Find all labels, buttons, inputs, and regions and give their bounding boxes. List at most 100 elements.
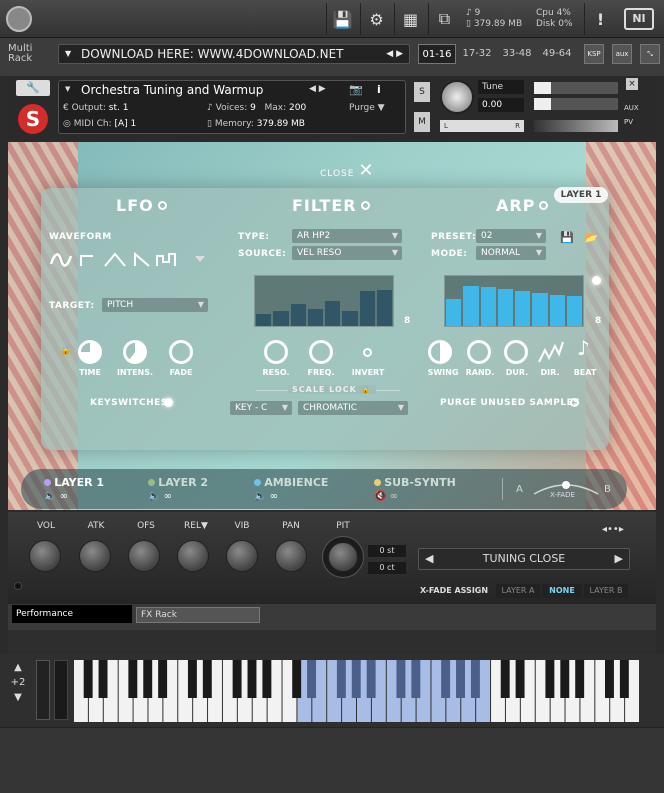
arp-preset-dropdown[interactable]: 02 xyxy=(476,229,546,243)
page-01-16[interactable]: 01-16 xyxy=(418,44,456,64)
gear-icon[interactable]: ⚙ xyxy=(360,3,392,35)
close-instrument-icon[interactable]: × xyxy=(626,78,638,90)
solo-button[interactable]: S xyxy=(414,82,430,102)
ksp-button[interactable]: KSP xyxy=(584,44,604,64)
filter-toggle[interactable] xyxy=(361,201,370,210)
atk-knob[interactable] xyxy=(79,540,111,572)
black-key[interactable] xyxy=(143,660,153,698)
info-icon[interactable]: i xyxy=(377,83,381,96)
multi-nav-arrows-icon[interactable]: ◀ ▶ xyxy=(386,45,403,63)
rand-knob[interactable] xyxy=(467,340,491,364)
beat-note-icon[interactable]: ♪ xyxy=(577,336,590,360)
ofs-knob[interactable] xyxy=(128,540,160,572)
collapse-icon[interactable]: ⤡ xyxy=(640,44,660,64)
lock-icon[interactable]: 🔒 xyxy=(60,346,71,356)
key-dropdown[interactable]: KEY - C xyxy=(230,401,292,415)
black-key[interactable] xyxy=(83,660,93,698)
black-key[interactable] xyxy=(128,660,138,698)
black-key[interactable] xyxy=(292,660,302,698)
step-bar[interactable] xyxy=(256,313,272,326)
xfade-none[interactable]: NONE xyxy=(542,584,582,598)
aux-button[interactable]: aux xyxy=(612,44,632,64)
aux-label[interactable]: AUX xyxy=(624,104,639,112)
keyswitches-toggle[interactable] xyxy=(164,398,173,407)
direction-icon[interactable] xyxy=(537,340,565,366)
step-bar[interactable] xyxy=(463,286,479,326)
pan-slider[interactable]: LR xyxy=(440,120,524,132)
preset-selector[interactable]: ◀ TUNING CLOSE ▶ xyxy=(418,548,630,570)
layer-tab-ambience[interactable]: AMBIENCE 🔈 ∞ xyxy=(254,476,328,502)
swing-knob[interactable] xyxy=(428,340,452,364)
purge-unused-toggle[interactable] xyxy=(570,398,579,407)
filter-type-dropdown[interactable]: AR HP2 xyxy=(292,229,402,243)
waveform-selector-icon[interactable] xyxy=(49,250,209,270)
preset-prev-icon[interactable]: ◀ xyxy=(425,549,433,569)
target-dropdown[interactable]: PITCH xyxy=(102,298,208,312)
piano-keyboard[interactable] xyxy=(74,660,640,722)
folder-icon[interactable]: 📂 xyxy=(584,231,598,244)
page-33-48[interactable]: 33-48 xyxy=(498,44,536,64)
lfo-intensity-knob[interactable] xyxy=(123,340,147,364)
lfo-time-knob[interactable] xyxy=(78,340,102,364)
page-17-32[interactable]: 17-32 xyxy=(458,44,496,64)
black-key[interactable] xyxy=(158,660,168,698)
lfo-toggle[interactable] xyxy=(158,201,167,210)
layer-tab-sub-synth[interactable]: SUB-SYNTH 🔇 ∞ xyxy=(374,476,456,502)
black-key[interactable] xyxy=(396,660,406,698)
step-bar[interactable] xyxy=(273,311,289,326)
black-key[interactable] xyxy=(560,660,570,698)
instrument-nav-icon[interactable]: ◀ ▶ xyxy=(309,84,326,94)
black-key[interactable] xyxy=(262,660,272,698)
tune-value[interactable]: 0.00 xyxy=(478,98,524,112)
step-bar[interactable] xyxy=(549,295,565,326)
instrument-name[interactable]: Orchestra Tuning and Warmup xyxy=(81,83,263,97)
multi-name-field[interactable]: ▼ DOWNLOAD HERE: WWW.4DOWNLOAD.NET ◀ ▶ xyxy=(58,44,410,64)
black-key[interactable] xyxy=(411,660,421,698)
black-key[interactable] xyxy=(575,660,585,698)
ni-logo[interactable]: NI xyxy=(624,8,654,30)
black-key[interactable] xyxy=(366,660,376,698)
layer-tab-1[interactable]: LAYER 1 🔈 ∞ xyxy=(44,476,104,502)
filter-source-dropdown[interactable]: VEL RESO xyxy=(292,246,402,260)
scale-dropdown[interactable]: CHROMATIC xyxy=(298,401,408,415)
rel-knob[interactable] xyxy=(177,540,209,572)
purge-menu[interactable]: Purge ▼ xyxy=(349,103,385,113)
black-key[interactable] xyxy=(232,660,242,698)
black-key[interactable] xyxy=(456,660,465,698)
lfo-fade-knob[interactable] xyxy=(169,340,193,364)
pv-label[interactable]: PV xyxy=(624,118,633,126)
step-bar[interactable] xyxy=(342,311,358,326)
tune-knob[interactable] xyxy=(440,80,474,114)
pan-knob[interactable] xyxy=(275,540,307,572)
step-bar[interactable] xyxy=(566,296,582,326)
collapse-arrow-icon[interactable]: ▼ xyxy=(65,85,70,93)
black-key[interactable] xyxy=(202,660,212,698)
tab-fx-rack[interactable]: FX Rack xyxy=(136,607,260,623)
arp-mode-dropdown[interactable]: NORMAL xyxy=(476,246,546,260)
preset-next-icon[interactable]: ▶ xyxy=(615,549,623,569)
step-bar[interactable] xyxy=(480,287,496,326)
xfade-layer-b[interactable]: LAYER B xyxy=(584,584,628,598)
pitch-cent-field[interactable]: 0 ct xyxy=(368,562,406,574)
wrench-icon[interactable]: 🔧 xyxy=(16,80,50,96)
step-bar[interactable] xyxy=(307,308,323,326)
black-key[interactable] xyxy=(545,660,555,698)
save-icon[interactable]: 💾 xyxy=(326,3,358,35)
black-key[interactable] xyxy=(441,660,451,698)
page-49-64[interactable]: 49-64 xyxy=(538,44,576,64)
step-bar[interactable] xyxy=(325,301,341,326)
resize-icon[interactable]: ⧉ xyxy=(428,3,460,35)
vib-knob[interactable] xyxy=(226,540,258,572)
black-key[interactable] xyxy=(604,660,614,698)
close-overlay-button[interactable]: CLOSE ✕ xyxy=(320,160,374,181)
step-bar[interactable] xyxy=(532,293,548,326)
xfade-layer-a[interactable]: LAYER A xyxy=(496,584,540,598)
tab-performance[interactable]: Performance xyxy=(12,605,132,623)
layer-tab-2[interactable]: LAYER 2 🔈 ∞ xyxy=(148,476,208,502)
warning-icon[interactable]: ! xyxy=(584,3,616,35)
black-key[interactable] xyxy=(98,660,108,698)
step-bar[interactable] xyxy=(290,303,306,326)
step-bar[interactable] xyxy=(515,291,531,326)
invert-toggle[interactable] xyxy=(363,348,372,357)
filter-reso-knob[interactable] xyxy=(264,340,288,364)
